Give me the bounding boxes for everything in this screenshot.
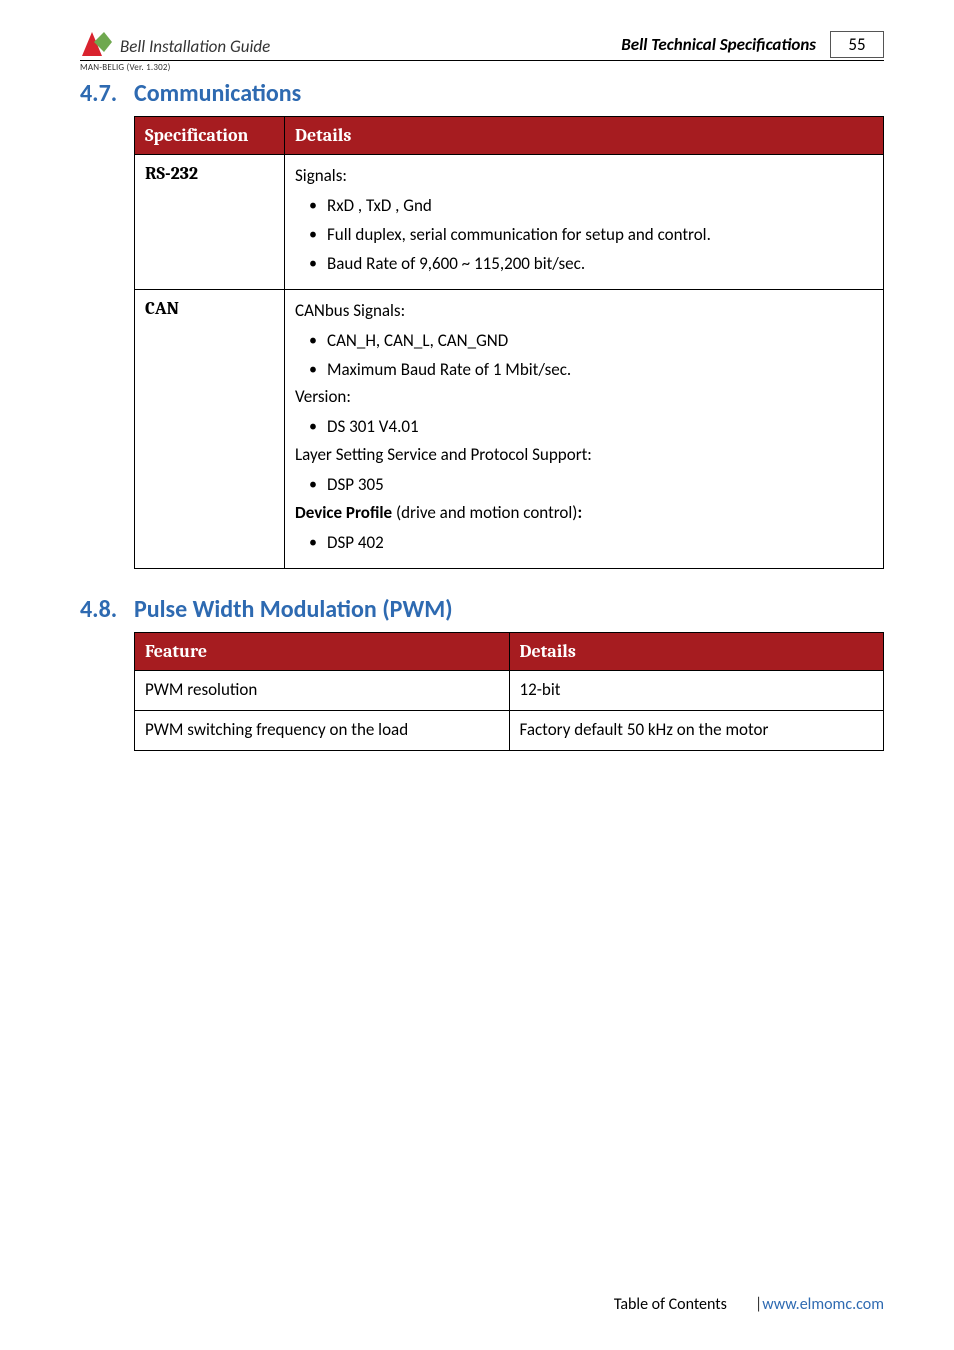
list-item: DS 301 V4.01 — [309, 413, 873, 442]
page-number: 55 — [830, 31, 884, 58]
doc-title: Bell Installation Guide — [120, 36, 270, 58]
list-item: Maximum Baud Rate of 1 Mbit/sec. — [309, 356, 873, 385]
table-row: PWM switching frequency on the load Fact… — [135, 711, 884, 751]
detail-heading: Layer Setting Service and Protocol Suppo… — [295, 444, 873, 465]
spec-label: CAN — [145, 298, 179, 319]
table-header: Details — [509, 633, 884, 671]
toc-link[interactable]: Table of Contents — [614, 1295, 727, 1314]
section-title: Bell Technical Specifications — [621, 34, 816, 55]
heading-communications: 4.7.Communications — [80, 79, 884, 108]
heading-text: Communications — [134, 79, 301, 108]
heading-number: 4.8. — [80, 595, 134, 624]
footer-group: |www.elmomc.com — [755, 1295, 884, 1314]
page-footer: Table of Contents |www.elmomc.com — [80, 1295, 884, 1314]
detail-heading: Signals: — [295, 165, 873, 186]
table-row: PWM resolution 12-bit — [135, 671, 884, 711]
list-item: Baud Rate of 9,600 ~ 115,200 bit/sec. — [309, 250, 873, 279]
table-header: Specification — [135, 117, 285, 155]
page-header: Bell Installation Guide Bell Technical S… — [80, 28, 884, 58]
spec-details: CANbus Signals: CAN_H, CAN_L, CAN_GND Ma… — [285, 289, 884, 568]
table-row: CAN CANbus Signals: CAN_H, CAN_L, CAN_GN… — [135, 289, 884, 568]
elmo-logo-icon — [80, 28, 114, 58]
heading-text: Pulse Width Modulation (PWM) — [134, 595, 453, 624]
detail-heading: Version: — [295, 386, 873, 407]
list-item: DSP 305 — [309, 471, 873, 500]
header-left: Bell Installation Guide — [80, 28, 270, 58]
list-item: RxD , TxD , Gnd — [309, 192, 873, 221]
list-item: DSP 402 — [309, 529, 873, 558]
version-line: MAN-BELIG (Ver. 1.302) — [80, 62, 884, 73]
communications-table: Specification Details RS-232 Signals: Rx… — [134, 116, 884, 569]
header-right: Bell Technical Specifications 55 — [621, 31, 884, 58]
feature-cell: PWM switching frequency on the load — [135, 711, 510, 751]
table-header: Feature — [135, 633, 510, 671]
detail-heading: Device Profile (drive and motion control… — [295, 502, 873, 523]
header-rule — [80, 60, 884, 61]
table-header: Details — [285, 117, 884, 155]
detail-heading: CANbus Signals: — [295, 300, 873, 321]
heading-number: 4.7. — [80, 79, 134, 108]
heading-pwm: 4.8.Pulse Width Modulation (PWM) — [80, 595, 884, 624]
list-item: Full duplex, serial communication for se… — [309, 221, 873, 250]
spec-details: Signals: RxD , TxD , Gnd Full duplex, se… — [285, 155, 884, 290]
feature-cell: PWM resolution — [135, 671, 510, 711]
pwm-table: Feature Details PWM resolution 12-bit PW… — [134, 632, 884, 751]
details-cell: 12-bit — [509, 671, 884, 711]
list-item: CAN_H, CAN_L, CAN_GND — [309, 327, 873, 356]
spec-label: RS-232 — [145, 163, 198, 184]
details-cell: Factory default 50 kHz on the motor — [509, 711, 884, 751]
website-link[interactable]: www.elmomc.com — [762, 1295, 884, 1314]
table-row: RS-232 Signals: RxD , TxD , Gnd Full dup… — [135, 155, 884, 290]
